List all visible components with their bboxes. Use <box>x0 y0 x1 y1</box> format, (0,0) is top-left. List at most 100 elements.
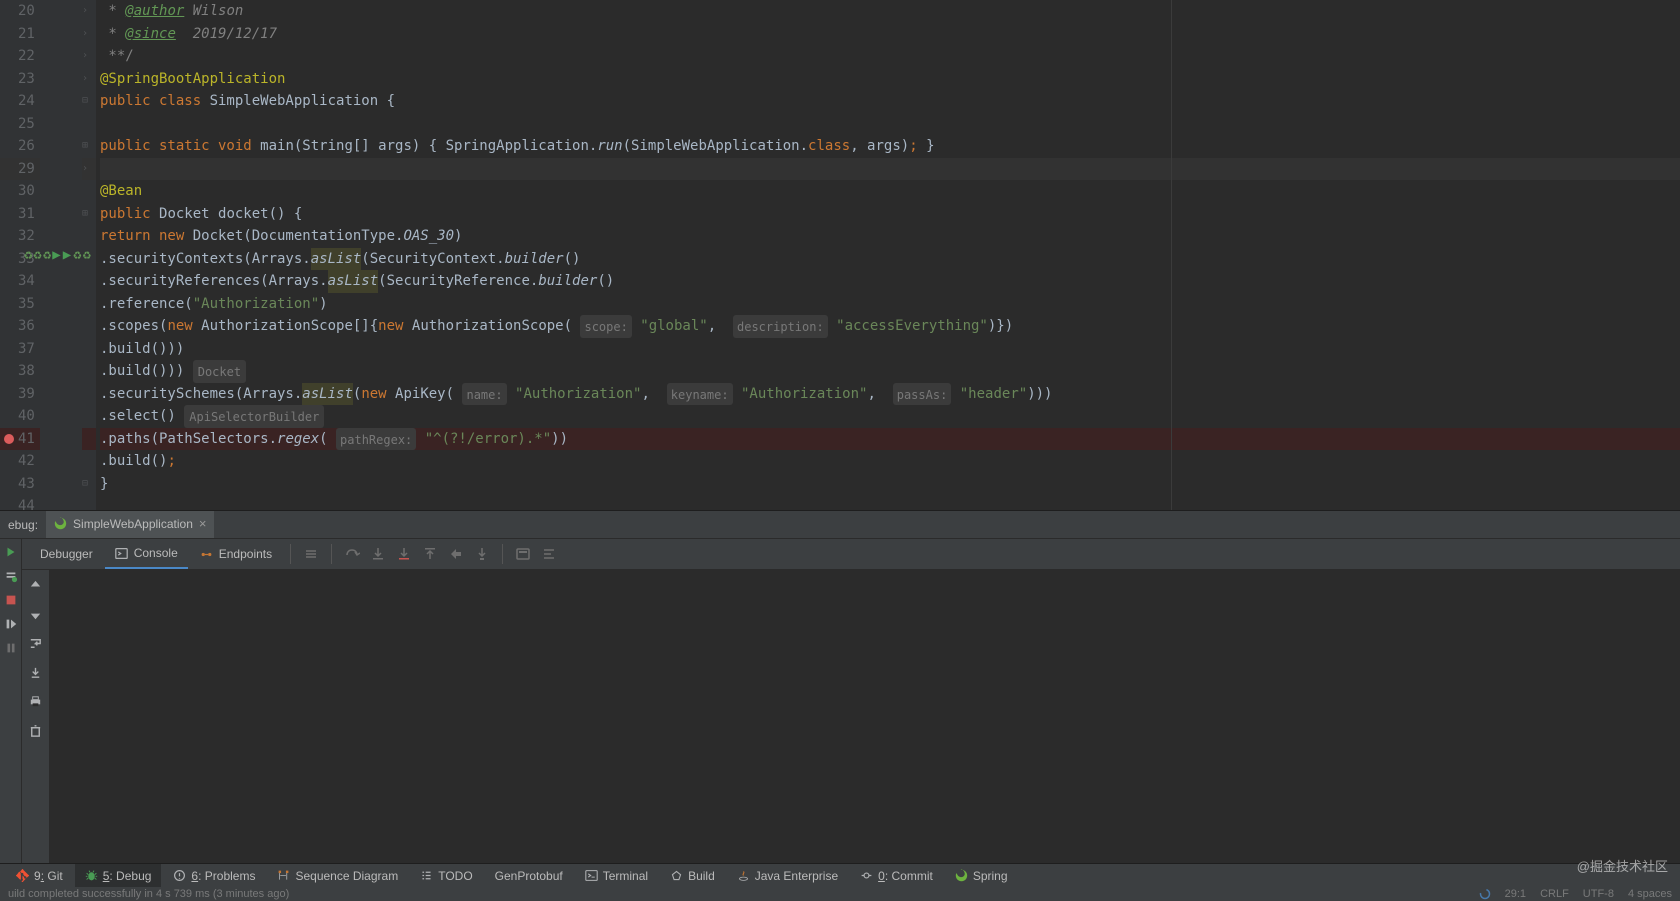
fold-gutter[interactable] <box>82 248 96 271</box>
line-number[interactable]: 24 <box>18 90 40 113</box>
fold-chevron-icon[interactable]: › <box>82 158 88 181</box>
breakpoint-gutter[interactable] <box>0 338 18 361</box>
fold-close-icon[interactable]: ⊟ <box>82 473 88 496</box>
modify-run-icon[interactable] <box>4 569 18 583</box>
caret-position[interactable]: 29:1 <box>1505 888 1526 900</box>
run-to-cursor-icon[interactable] <box>474 546 490 562</box>
resume-icon[interactable] <box>4 617 18 631</box>
fold-chevron-icon[interactable]: › <box>82 23 88 46</box>
code-line[interactable]: .build())) Docket <box>100 360 1680 383</box>
code-line[interactable] <box>100 113 1680 136</box>
line-number[interactable]: 20 <box>18 0 40 23</box>
recycle-icon[interactable]: ♻ <box>33 244 41 267</box>
close-icon[interactable]: × <box>199 516 207 531</box>
breakpoint-gutter[interactable] <box>0 473 18 496</box>
fold-gutter[interactable] <box>82 113 96 136</box>
fold-chevron-icon[interactable]: › <box>82 45 88 68</box>
fold-gutter[interactable] <box>82 405 96 428</box>
recycle-icon[interactable]: ♻ <box>43 244 51 267</box>
recycle-icon[interactable]: ♻ <box>24 244 32 267</box>
tool-terminal[interactable]: Terminal <box>575 864 658 887</box>
code-editor[interactable]: 2021222324252629303132333435363738394041… <box>0 0 1680 510</box>
fold-gutter[interactable]: › <box>82 158 96 181</box>
tool-git[interactable]: 9: Git <box>6 864 73 887</box>
clear-icon[interactable] <box>28 723 43 738</box>
breakpoint-gutter[interactable] <box>0 90 18 113</box>
fold-gutter[interactable]: › <box>82 45 96 68</box>
line-number[interactable]: 23 <box>18 68 40 91</box>
tool-sequence-diagram[interactable]: Sequence Diagram <box>267 864 408 887</box>
fold-gutter[interactable] <box>82 428 96 451</box>
tool-java-enterprise[interactable]: Java Enterprise <box>727 864 848 887</box>
fold-gutter[interactable] <box>82 383 96 406</box>
code-line[interactable]: .paths(PathSelectors.regex( pathRegex: "… <box>100 428 1680 451</box>
show-exec-point-icon[interactable] <box>303 546 319 562</box>
fold-gutter[interactable] <box>82 338 96 361</box>
step-into-icon[interactable] <box>370 546 386 562</box>
up-arrow-icon[interactable] <box>28 578 43 593</box>
tool-build[interactable]: Build <box>660 864 725 887</box>
breakpoint-gutter[interactable] <box>0 158 18 181</box>
recycle-icon[interactable]: ♻ <box>73 244 81 267</box>
line-number[interactable]: 25 <box>18 113 40 136</box>
fold-gutter[interactable]: ⊞ <box>82 203 96 226</box>
breakpoint-gutter[interactable] <box>0 113 18 136</box>
code-line[interactable]: .securityContexts(Arrays.asList(Security… <box>100 248 1680 271</box>
line-number[interactable]: 37 <box>18 338 40 361</box>
fold-toggle-icon[interactable]: ⊞ <box>82 203 88 226</box>
breakpoint-gutter[interactable] <box>0 405 18 428</box>
fold-gutter[interactable]: ⊞ <box>82 135 96 158</box>
code-line[interactable]: @Bean <box>100 180 1680 203</box>
evaluate-icon[interactable] <box>515 546 531 562</box>
fold-toggle-icon[interactable]: ⊟ <box>82 90 88 113</box>
force-step-into-icon[interactable] <box>396 546 412 562</box>
breakpoint-gutter[interactable] <box>0 360 18 383</box>
tab-debugger[interactable]: Debugger <box>30 539 103 569</box>
code-line[interactable]: .select() ApiSelectorBuilder <box>100 405 1680 428</box>
step-out-icon[interactable] <box>422 546 438 562</box>
editor-gutter[interactable]: 2021222324252629303132333435363738394041… <box>0 0 96 510</box>
progress-icon[interactable] <box>1479 888 1491 900</box>
code-line[interactable]: .securityReferences(Arrays.asList(Securi… <box>100 270 1680 293</box>
gutter-icons[interactable]: ♻♻ <box>24 244 42 267</box>
breakpoint-gutter[interactable] <box>0 0 18 23</box>
down-arrow-icon[interactable] <box>28 607 43 622</box>
fold-gutter[interactable] <box>82 450 96 473</box>
fold-gutter[interactable]: ⊟ <box>82 473 96 496</box>
breakpoint-gutter[interactable] <box>0 450 18 473</box>
breakpoint-gutter[interactable] <box>0 68 18 91</box>
run-gutter-icon[interactable]: ▶ <box>63 244 71 267</box>
breakpoint-gutter[interactable] <box>0 203 18 226</box>
breakpoint-gutter[interactable] <box>0 180 18 203</box>
fold-gutter[interactable] <box>82 225 96 248</box>
line-number[interactable]: 38 <box>18 360 40 383</box>
file-encoding[interactable]: UTF-8 <box>1583 888 1614 900</box>
fold-gutter[interactable]: › <box>82 0 96 23</box>
code-line[interactable]: public class SimpleWebApplication { <box>100 90 1680 113</box>
code-line[interactable]: return new Docket(DocumentationType.OAS_… <box>100 225 1680 248</box>
line-number[interactable]: 41 <box>18 428 40 451</box>
fold-gutter[interactable]: ⊟ <box>82 90 96 113</box>
line-number[interactable]: 43 <box>18 473 40 496</box>
breakpoint-gutter[interactable] <box>0 270 18 293</box>
console-output[interactable] <box>50 570 1680 871</box>
fold-gutter[interactable]: › <box>82 68 96 91</box>
run-gutter-icon[interactable]: ▶ <box>52 244 60 267</box>
code-line[interactable]: @SpringBootApplication <box>100 68 1680 91</box>
breakpoint-gutter[interactable] <box>0 225 18 248</box>
breakpoint-gutter[interactable] <box>0 428 18 451</box>
line-number[interactable]: 42 <box>18 450 40 473</box>
fold-chevron-icon[interactable]: › <box>82 68 88 91</box>
code-line[interactable]: .build())) <box>100 338 1680 361</box>
tool-debug[interactable]: 5: Debug <box>75 864 162 887</box>
line-number[interactable]: 26 <box>18 135 40 158</box>
breakpoint-gutter[interactable] <box>0 248 18 271</box>
code-line[interactable]: public Docket docket() { <box>100 203 1680 226</box>
breakpoint-gutter[interactable] <box>0 315 18 338</box>
line-number[interactable]: 36 <box>18 315 40 338</box>
code-line[interactable]: **/ <box>100 45 1680 68</box>
code-line[interactable]: * @author Wilson <box>100 0 1680 23</box>
gutter-icons[interactable]: ♻▶ <box>43 244 61 267</box>
fold-gutter[interactable]: › <box>82 23 96 46</box>
stop-icon[interactable] <box>4 593 18 607</box>
